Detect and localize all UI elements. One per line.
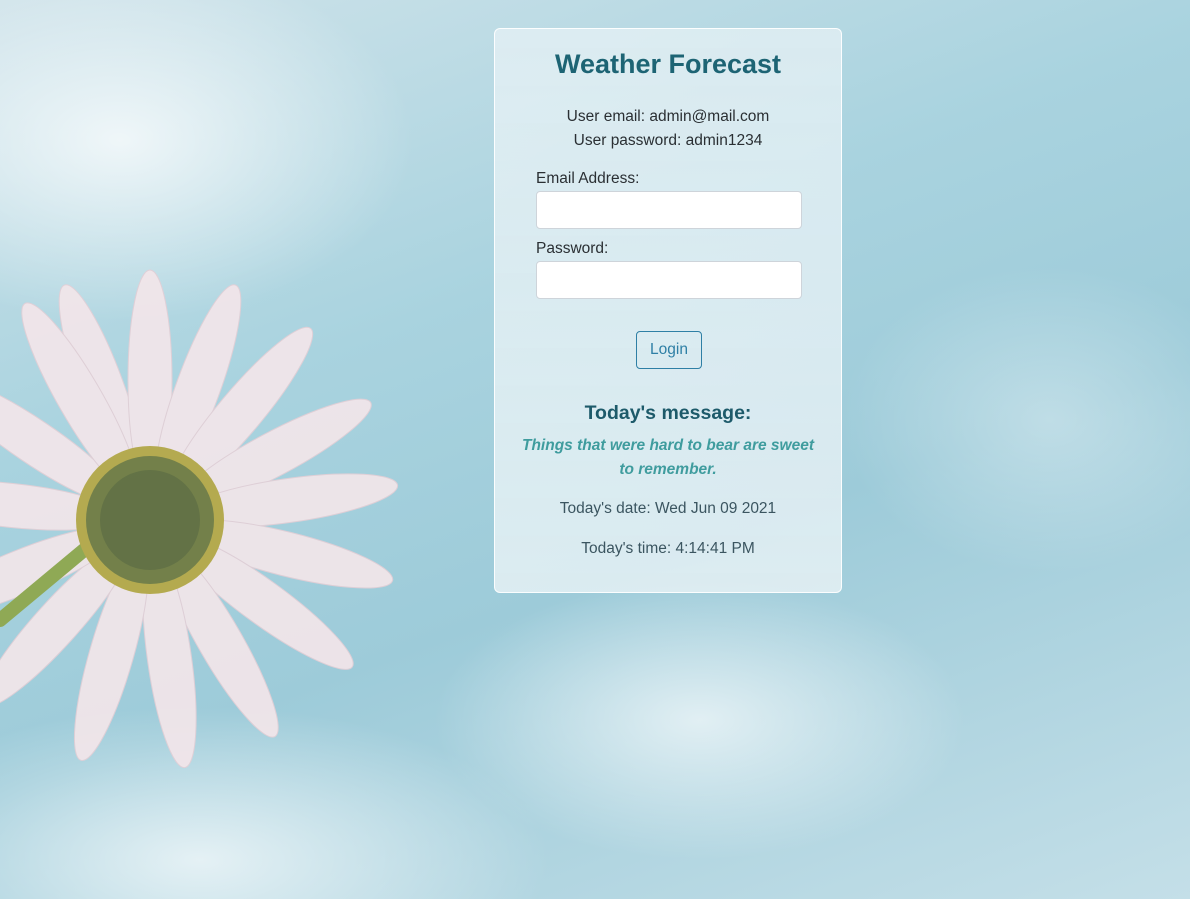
email-label: Email Address: (536, 170, 640, 187)
message-quote: Things that were hard to bear are sweet … (515, 434, 821, 482)
password-label: Password: (536, 240, 609, 257)
demo-credentials: User email: admin@mail.com User password… (495, 105, 841, 153)
message-heading: Today's message: (584, 402, 752, 424)
todays-time: Today's time: 4:14:41 PM (581, 540, 755, 557)
message-quote-line-2: to remember. (619, 461, 717, 478)
password-field[interactable] (536, 261, 802, 299)
message-quote-line-1: Things that were hard to bear are sweet (522, 437, 814, 454)
todays-date: Today's date: Wed Jun 09 2021 (559, 500, 777, 517)
demo-password-text: User password: admin1234 (573, 132, 763, 149)
login-card: Weather Forecast User email: admin@mail.… (494, 28, 842, 593)
page-title: Weather Forecast (554, 49, 782, 79)
email-field[interactable] (536, 191, 802, 229)
demo-email-text: User email: admin@mail.com (566, 108, 770, 125)
login-button[interactable]: Login (636, 331, 702, 369)
